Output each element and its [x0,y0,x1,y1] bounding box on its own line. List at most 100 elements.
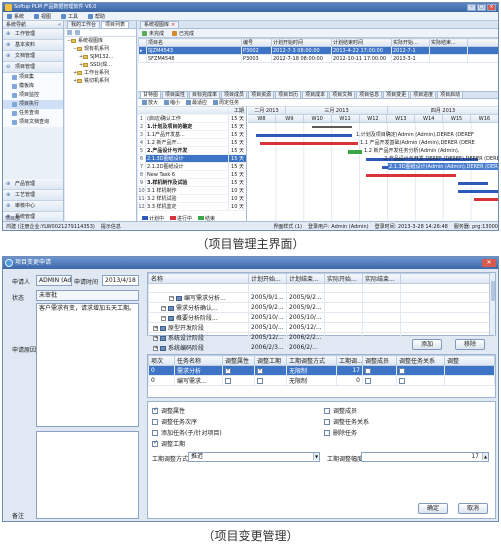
adjust-duration-checkbox[interactable] [257,367,263,374]
col-plan-start[interactable]: 计划开始时间 [271,38,332,47]
duration-mode-select[interactable]: 推迟 ▼ [188,452,320,462]
applicant-field[interactable]: ADMIN (Adr [36,275,72,286]
stepper-icon[interactable]: ▲ [482,453,488,460]
nav-item-monitor[interactable]: 项目监控 [3,91,63,100]
detail-tab[interactable]: 项目进度 [410,91,437,98]
close-tab-icon[interactable]: × [171,22,175,28]
option-checkbox-item[interactable]: 调整任务次序 [152,417,197,426]
close-icon[interactable]: × [487,4,496,11]
tree-node[interactable]: − 现有机系列 [65,45,136,53]
zoom-in-button[interactable]: 放大 [142,99,158,106]
duration-days-stepper[interactable]: 17 ▲ [361,452,489,462]
detail-tab[interactable]: 项目变更 [383,91,410,98]
option-checkbox-item[interactable]: 调整成员 [324,406,357,415]
gantt-task-row[interactable]: 7 2.1.2D图纸设计 15 天 [138,163,246,171]
checkbox[interactable] [152,406,158,414]
adjust-duration-checkbox[interactable] [257,377,263,384]
col-actual-start[interactable]: 实际开始... [391,38,430,47]
adjust-relation-checkbox[interactable] [399,377,405,384]
option-checkbox-item[interactable]: 调整工期 [152,439,185,448]
col-plan-end[interactable]: 计划结束时间 [331,38,392,47]
detail-tab[interactable]: 项目启动 [437,91,464,98]
remove-button[interactable]: 移除 [455,339,485,350]
change-col[interactable]: 工期调整方式 [286,355,337,366]
col-actual-start[interactable]: 实际开始... [324,273,363,284]
ok-button[interactable]: 确定 [418,503,448,514]
table-row[interactable]: SFZM4546 P3003 2012-7-18 08:00:00 2012-1… [138,54,498,63]
change-col[interactable]: 项次 [148,355,175,366]
change-col[interactable]: 调整工期 [254,355,287,366]
expand-icon[interactable]: + [153,336,158,341]
nav-group-project[interactable]: 项目管理 [3,62,63,73]
detail-tab[interactable]: 项目属性 [162,91,189,98]
filter-unfinished-button[interactable]: 未完成 [142,30,164,37]
col-name[interactable]: 名称 [148,273,249,284]
zoom-out-button[interactable]: 缩小 [164,99,180,106]
change-col[interactable]: 工期调... [336,355,363,366]
tab-system-view[interactable]: 系统视图库 × [140,21,180,28]
gantt-task-row[interactable]: 12 3.3 样机鉴定 10 天 [138,203,246,211]
nav-item-task-query[interactable]: 任务查询 [3,109,63,118]
add-button[interactable]: 添加 [412,339,442,350]
apply-time-field[interactable]: 2013/4/18 [102,275,139,286]
gantt-bar[interactable] [256,134,352,137]
detail-tab[interactable]: 项目日历 [275,91,302,98]
nav-group-review[interactable]: 审核中心 [3,201,63,212]
expand-icon[interactable]: + [153,346,158,351]
option-checkbox-item[interactable]: 调整任务关系 [324,417,369,426]
adjust-relation-checkbox[interactable] [399,367,405,374]
gantt-task-row[interactable]: 1 (启动)确认工作 15 天 [138,115,246,123]
gantt-task-row[interactable]: 10 3.1 样机制作 10 天 [138,187,246,195]
tree-node[interactable]: + 工作台系列 [65,69,136,77]
checkbox[interactable] [152,439,158,447]
adjust-member-checkbox[interactable] [365,377,371,384]
nav-item-doc-query[interactable]: 项目文档查询 [3,118,63,127]
nav-group-process[interactable]: 工艺管理 [3,190,63,201]
refresh-icon[interactable] [67,30,72,35]
collapse-icon[interactable] [75,30,80,35]
gantt-task-row[interactable]: 8 New Task 6 15 天 [138,171,246,179]
gantt-bar[interactable] [348,150,362,154]
detail-tab[interactable]: 项目成本 [302,91,329,98]
col-actual-end[interactable]: 实际结束... [362,273,401,284]
change-col[interactable]: 任务名称 [174,355,223,366]
close-icon[interactable]: ✕ [482,259,496,267]
tab-project-list[interactable]: 项目列表 [101,21,130,28]
col-plan-start[interactable]: 计划开始... [248,273,287,284]
fix-task-button[interactable]: 周定任务 [213,99,239,106]
remark-textarea[interactable] [36,431,139,519]
menu-view[interactable]: 视图 [34,13,51,20]
change-col[interactable]: 调整任务关系 [396,355,445,366]
tree-node[interactable]: + SSD(焊... [65,61,136,69]
filter-finished-button[interactable]: 已完成 [172,30,194,37]
duration-value[interactable]: 17 [336,365,363,376]
duration-mode[interactable]: 无限制 [286,365,337,376]
nav-group-work[interactable]: 工作管理 [3,29,63,40]
checkbox[interactable] [152,418,158,425]
menu-tools[interactable]: 工具 [61,13,78,20]
detail-tab[interactable]: 项目成员 [221,91,248,98]
col-plan-end[interactable]: 计划结束... [286,273,325,284]
option-checkbox-item[interactable]: 添加任务(子/针对项目) [152,428,222,437]
nav-item-template[interactable]: 模板库 [3,82,63,91]
gantt-task-row[interactable]: 5 2.产品设计与开发 15 天 [138,147,246,155]
col-project-name[interactable]: 项目名 [146,38,242,47]
cancel-button[interactable]: 取消 [458,503,488,514]
detail-tab[interactable]: 甘特图 [140,91,162,98]
option-checkbox-item[interactable]: 删除任务 [324,428,357,437]
gantt-task-row[interactable]: 6 2.1.3D图纸设计 15 天 [138,155,246,163]
expand-icon[interactable]: − [161,306,166,311]
maximize-icon[interactable]: □ [477,4,486,11]
detail-tab[interactable]: 目标完成率 [189,91,221,98]
gantt-bar[interactable] [260,142,358,145]
tree-row[interactable]: − 概要分析阶段... 2005/10/... 2005/10/... [148,312,495,323]
detail-tab[interactable]: 项目文档 [329,91,356,98]
checkbox[interactable] [324,407,330,414]
change-row[interactable]: 0 编写需求... 无限制 0 [148,375,495,386]
gantt-task-row[interactable]: 3 1.1产品开发基... 15 天 [138,131,246,139]
nav-group-product[interactable]: 产品管理 [3,179,63,190]
nav-group-docs[interactable]: 文档管理 [3,51,63,62]
expand-icon[interactable]: − [161,316,166,321]
gantt-task-row[interactable]: 11 3.2 样机试验 10 天 [138,195,246,203]
nav-group-basic[interactable]: 基本资料 [3,40,63,51]
